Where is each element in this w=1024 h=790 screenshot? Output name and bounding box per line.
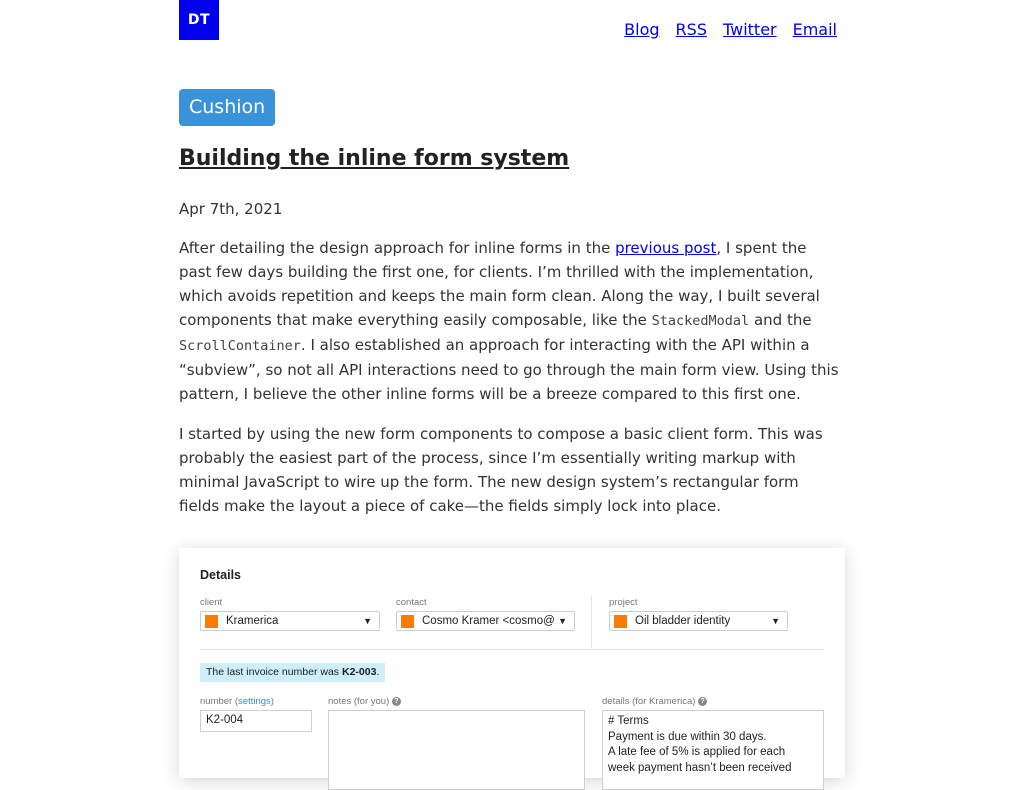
project-color-swatch (614, 614, 627, 628)
invoice-notice: The last invoice number was K2-003. (200, 663, 386, 682)
notice-number: K2-003 (341, 666, 377, 678)
code-stacked-modal: StackedModal (651, 313, 750, 329)
form-screenshot: Details client Kramerica ▼ contact Cosmo… (179, 548, 845, 790)
site-logo[interactable]: DT (179, 0, 219, 40)
contact-value: Cosmo Kramer <cosmo@ (422, 615, 555, 627)
paragraph-1-text-a: After detailing the design approach for … (179, 239, 616, 257)
settings-link[interactable]: settings (238, 696, 271, 707)
paragraph-1: After detailing the design approach for … (179, 236, 843, 406)
post-date: Apr 7th, 2021 (179, 200, 283, 218)
top-nav: Blog RSS Twitter Email (624, 20, 837, 39)
terms-line: A late fee of 5% is applied for each (608, 746, 786, 758)
number-input[interactable]: K2-004 (200, 710, 312, 732)
project-label: project (609, 597, 638, 608)
details-heading: Details (200, 568, 241, 582)
contact-color-swatch (401, 614, 414, 628)
details-label-text: details (for Kramerica) (602, 696, 696, 707)
category-tag[interactable]: Cushion (179, 89, 276, 126)
contact-select[interactable]: Cosmo Kramer <cosmo@ ▼ (396, 611, 575, 631)
details-textarea[interactable]: # Terms Payment is due within 30 days. A… (602, 710, 824, 790)
nav-rss-link[interactable]: RSS (676, 20, 707, 39)
nav-blog-link[interactable]: Blog (624, 20, 659, 39)
notes-textarea[interactable] (328, 710, 585, 790)
contact-label: contact (396, 597, 427, 608)
details-label: details (for Kramerica) ? (602, 696, 708, 707)
number-label-text: number (200, 696, 233, 707)
nav-email-link[interactable]: Email (793, 20, 837, 39)
notes-label: notes (for you) ? (328, 696, 401, 707)
notes-label-text: notes (for you) (328, 696, 390, 707)
chevron-down-icon: ▼ (771, 616, 780, 626)
chevron-down-icon: ▼ (558, 616, 567, 626)
terms-line: # Terms (608, 715, 649, 727)
client-value: Kramerica (226, 615, 279, 627)
project-value: Oil bladder identity (635, 615, 731, 627)
question-circle-icon[interactable]: ? (698, 696, 708, 706)
client-label: client (200, 597, 223, 608)
section-divider (200, 649, 824, 650)
client-color-swatch (205, 614, 218, 628)
terms-line: Payment is due within 30 days. (608, 730, 767, 743)
question-circle-icon[interactable]: ? (391, 696, 401, 706)
previous-post-link[interactable]: previous post (615, 239, 716, 257)
notice-text: The last invoice number was (206, 666, 342, 678)
code-scroll-container: ScrollContainer (179, 338, 301, 354)
notice-end: . (376, 666, 380, 678)
terms-line: week payment hasn’t been received (608, 761, 792, 774)
paragraph-1-text-c: and the (749, 311, 812, 329)
client-select[interactable]: Kramerica ▼ (200, 611, 380, 631)
project-select[interactable]: Oil bladder identity ▼ (609, 611, 788, 631)
post-title[interactable]: Building the inline form system (179, 146, 569, 171)
number-label: number (settings) (200, 696, 274, 707)
paragraph-2: I started by using the new form componen… (179, 425, 823, 515)
column-divider (591, 596, 592, 648)
chevron-down-icon: ▼ (363, 616, 372, 626)
nav-twitter-link[interactable]: Twitter (723, 20, 777, 39)
